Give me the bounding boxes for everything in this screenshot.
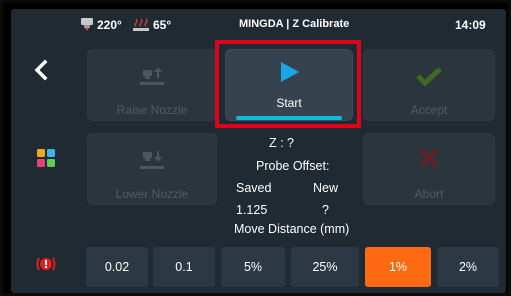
step-button-0.02[interactable]: 0.02 <box>86 247 148 287</box>
apps-menu-icon[interactable] <box>37 149 55 167</box>
emergency-stop-icon[interactable] <box>35 255 57 273</box>
printer-screen: 220° 65° MINGDA | Z Calibrate 14:09 Rais… <box>0 0 511 296</box>
saved-offset-value: 1.125 <box>236 203 268 217</box>
step-button-0.1[interactable]: 0.1 <box>153 247 215 287</box>
new-offset-header: New <box>313 181 339 195</box>
bed-temperature: 65° <box>153 18 172 32</box>
page-title: MINGDA | Z Calibrate <box>239 18 350 30</box>
lower-nozzle-button[interactable]: Lower Nozzle <box>87 133 217 205</box>
saved-offset-header: Saved <box>236 181 272 195</box>
abort-button[interactable]: Abort <box>363 133 495 205</box>
start-button[interactable]: Start <box>225 49 353 121</box>
start-label: Start <box>276 96 302 110</box>
start-active-indicator <box>236 116 342 120</box>
accept-label: Accept <box>410 103 448 117</box>
checkmark-icon <box>416 67 442 86</box>
heated-bed-icon <box>133 18 149 31</box>
extruder-temperature: 220° <box>97 18 122 32</box>
abort-x-icon <box>419 148 439 168</box>
z-position-readout: Z : ? <box>269 136 295 150</box>
play-icon <box>281 62 299 82</box>
clock: 14:09 <box>455 18 486 32</box>
raise-nozzle-button[interactable]: Raise Nozzle <box>87 49 217 121</box>
lower-nozzle-icon <box>140 151 164 169</box>
step-button-25pct[interactable]: 25% <box>291 247 359 287</box>
move-distance-label: Move Distance (mm) <box>234 222 350 236</box>
accept-button[interactable]: Accept <box>363 49 495 121</box>
back-arrow-icon[interactable] <box>31 57 51 83</box>
abort-label: Abort <box>414 187 444 201</box>
step-button-1pct[interactable]: 1% <box>365 247 431 287</box>
lower-nozzle-label: Lower Nozzle <box>115 187 189 201</box>
extruder-icon <box>81 18 93 31</box>
status-header: 220° 65° MINGDA | Z Calibrate 14:09 <box>11 9 506 41</box>
probe-offset-label: Probe Offset: <box>256 159 330 173</box>
step-button-2pct[interactable]: 2% <box>437 247 499 287</box>
raise-nozzle-label: Raise Nozzle <box>116 103 188 117</box>
raise-nozzle-icon <box>140 67 164 85</box>
new-offset-value: ? <box>322 203 329 217</box>
step-button-5pct[interactable]: 5% <box>221 247 285 287</box>
z-calibrate-panel: 220° 65° MINGDA | Z Calibrate 14:09 Rais… <box>11 9 506 293</box>
